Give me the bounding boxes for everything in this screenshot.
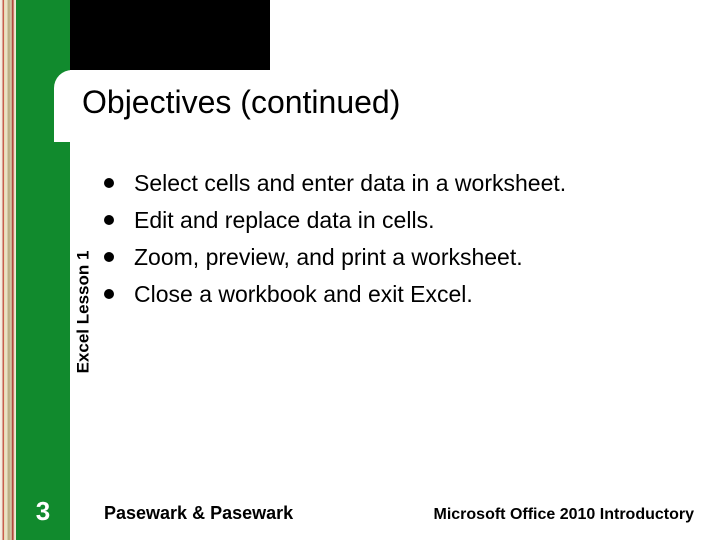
list-item: Select cells and enter data in a workshe… xyxy=(104,168,680,199)
bullet-icon xyxy=(104,215,114,225)
bullet-icon xyxy=(104,289,114,299)
bullet-text: Select cells and enter data in a workshe… xyxy=(134,168,566,199)
top-black-bar xyxy=(70,0,270,70)
bullet-text: Close a workbook and exit Excel. xyxy=(134,279,473,310)
lesson-label-container: Excel Lesson 1 xyxy=(70,232,96,392)
list-item: Edit and replace data in cells. xyxy=(104,205,680,236)
list-item: Close a workbook and exit Excel. xyxy=(104,279,680,310)
bullet-text: Zoom, preview, and print a worksheet. xyxy=(134,242,523,273)
footer-author: Pasewark & Pasewark xyxy=(104,503,293,524)
footer-book-title: Microsoft Office 2010 Introductory xyxy=(434,506,695,524)
bullet-text: Edit and replace data in cells. xyxy=(134,205,434,236)
slide: Objectives (continued) Excel Lesson 1 Se… xyxy=(0,0,720,540)
footer: Pasewark & Pasewark Microsoft Office 201… xyxy=(104,503,694,524)
list-item: Zoom, preview, and print a worksheet. xyxy=(104,242,680,273)
objectives-list: Select cells and enter data in a workshe… xyxy=(104,168,680,310)
lesson-label: Excel Lesson 1 xyxy=(73,251,93,374)
bullet-icon xyxy=(104,252,114,262)
content-area: Select cells and enter data in a workshe… xyxy=(104,168,680,316)
bullet-icon xyxy=(104,178,114,188)
slide-title: Objectives (continued) xyxy=(82,84,676,121)
title-card: Objectives (continued) xyxy=(54,70,700,142)
decorative-left-strip xyxy=(0,0,16,540)
page-number: 3 xyxy=(16,482,70,540)
